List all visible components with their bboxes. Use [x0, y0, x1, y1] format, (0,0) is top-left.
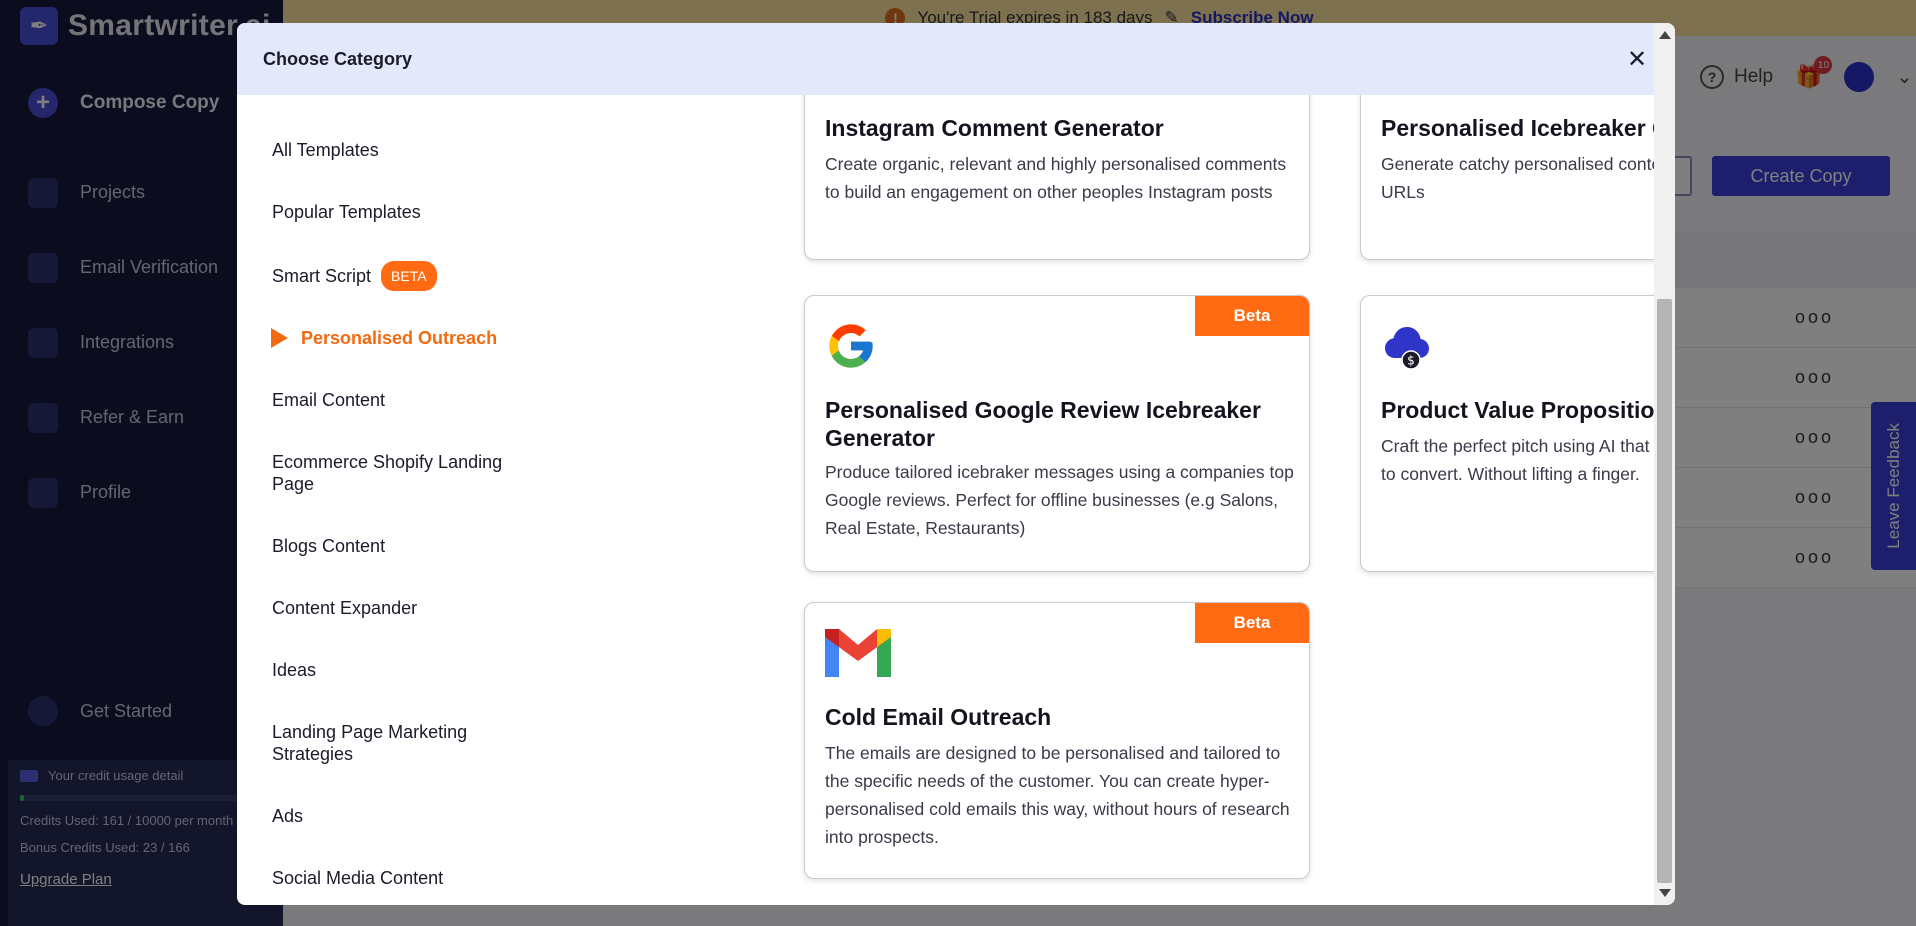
template-card-google-review-icebreaker[interactable]: Beta Personalised Google Review Icebreak…	[804, 295, 1310, 572]
card-title: Cold Email Outreach	[825, 704, 1052, 730]
scroll-thumb[interactable]	[1657, 299, 1672, 883]
category-content-expander[interactable]: Content Expander	[272, 597, 522, 619]
close-button[interactable]: ✕	[1623, 45, 1651, 73]
scroll-up-icon[interactable]	[1659, 31, 1671, 39]
template-card-cold-email-outreach[interactable]: Beta Cold Email Outreach The emails are …	[804, 602, 1310, 879]
svg-text:$: $	[1407, 354, 1415, 368]
scroll-down-icon[interactable]	[1659, 889, 1671, 897]
category-label: Ecommerce Shopify Landing Page	[272, 452, 503, 494]
category-blogs-content[interactable]: Blogs Content	[272, 535, 522, 557]
category-label: Ads	[272, 806, 304, 826]
category-popular-templates[interactable]: Popular Templates	[272, 201, 522, 223]
card-description: The emails are designed to be personalis…	[825, 743, 1290, 847]
category-landing-page[interactable]: Landing Page Marketing Strategies	[272, 721, 522, 765]
category-label: Smart Script	[272, 266, 372, 286]
modal-scrollbar[interactable]	[1654, 23, 1675, 905]
template-card-personalised-icebreaker[interactable]: Personalised Icebreaker Generator Genera…	[1360, 95, 1654, 260]
play-arrow-icon	[271, 328, 288, 348]
template-card-instagram-comment[interactable]: Instagram Comment Generator Create organ…	[804, 95, 1310, 260]
card-title: Product Value Proposition	[1381, 397, 1654, 423]
card-title: Instagram Comment Generator	[825, 115, 1164, 141]
category-ads[interactable]: Ads	[272, 805, 522, 827]
category-label: Blogs Content	[272, 536, 386, 556]
category-label: Personalised Outreach	[301, 328, 498, 348]
category-ecommerce-shopify[interactable]: Ecommerce Shopify Landing Page	[272, 451, 522, 495]
category-label: Email Content	[272, 390, 386, 410]
category-email-content[interactable]: Email Content	[272, 389, 522, 411]
category-social-media[interactable]: Social Media Content	[272, 867, 522, 889]
beta-badge: Beta	[1195, 296, 1309, 336]
card-description: Generate catchy personalised content for…	[1381, 154, 1654, 202]
cloud-dollar-icon: $	[1385, 327, 1429, 370]
close-icon: ✕	[1626, 45, 1648, 73]
category-label: All Templates	[272, 140, 379, 160]
category-label: Landing Page Marketing Strategies	[272, 722, 468, 764]
beta-badge: Beta	[1195, 603, 1309, 643]
category-label: Popular Templates	[272, 202, 421, 222]
gmail-icon	[825, 629, 891, 677]
card-description: Produce tailored icebraker messages usin…	[825, 462, 1294, 538]
category-list: All Templates Popular Templates Smart Sc…	[237, 95, 547, 905]
google-icon	[829, 324, 873, 368]
category-smart-script[interactable]: Smart Script BETA	[272, 261, 522, 291]
category-label: Social Media Content	[272, 868, 444, 888]
modal-title: Choose Category	[263, 48, 413, 69]
modal-header: Choose Category	[237, 23, 1654, 95]
card-description: Create organic, relevant and highly pers…	[825, 154, 1287, 202]
category-personalised-outreach[interactable]: Personalised Outreach	[271, 327, 521, 349]
template-cards: Instagram Comment Generator Create organ…	[547, 95, 1654, 905]
category-ideas[interactable]: Ideas	[272, 659, 522, 681]
beta-badge: BETA	[381, 261, 437, 291]
card-title: Personalised Google Review Icebreaker Ge…	[825, 397, 1261, 451]
category-label: Ideas	[272, 660, 317, 680]
category-label: Content Expander	[272, 598, 418, 618]
card-title: Personalised Icebreaker Generator	[1381, 115, 1654, 141]
choose-category-modal: Choose Category ✕ All Templates Popular …	[237, 23, 1675, 905]
card-description: Craft the perfect pitch using AI that ge…	[1381, 436, 1654, 484]
template-card-product-value-proposition[interactable]: $ Product Value Proposition Craft the pe…	[1360, 295, 1654, 572]
category-all-templates[interactable]: All Templates	[272, 139, 522, 161]
